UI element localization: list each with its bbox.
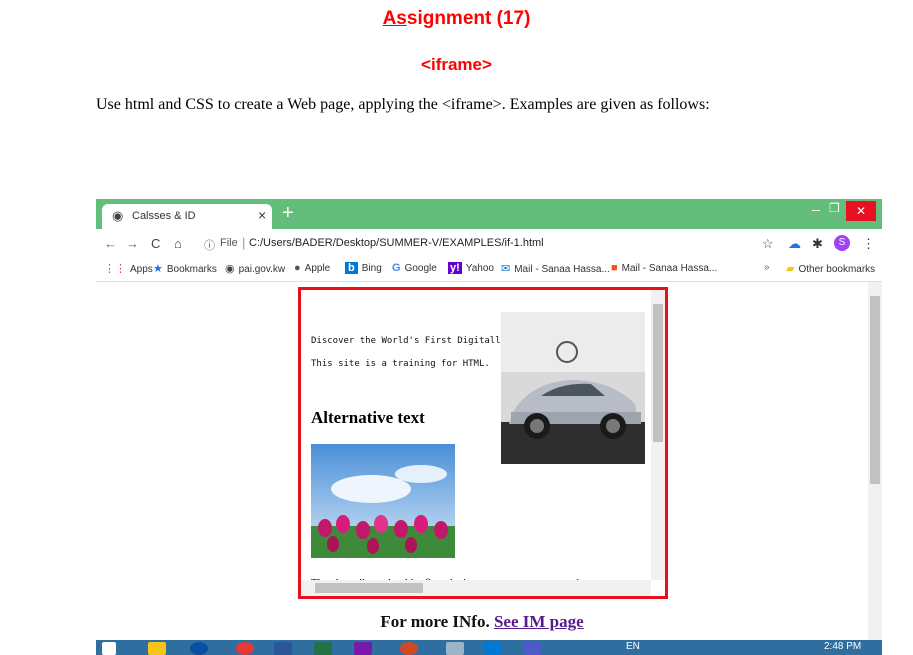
- bing-icon: b: [345, 262, 358, 274]
- bookmark-bing[interactable]: b Bing: [345, 262, 382, 274]
- word-icon[interactable]: [274, 642, 292, 655]
- maximize-button[interactable]: ❐: [829, 201, 840, 215]
- hp-icon[interactable]: [190, 642, 208, 655]
- bookmarks-overflow-button[interactable]: »: [764, 262, 770, 273]
- page-scroll-thumb[interactable]: [870, 296, 880, 484]
- yahoo-icon: y!: [448, 262, 462, 274]
- cloud-extension-icon[interactable]: ☁: [788, 236, 801, 252]
- assignment-title: Assignment (17): [0, 8, 913, 30]
- globe-icon: ◉: [225, 263, 235, 275]
- address-bar[interactable]: C:/Users/BADER/Desktop/SUMMER-V/EXAMPLES…: [249, 237, 544, 249]
- other-bookmarks[interactable]: ▰ Other bookmarks: [786, 262, 875, 275]
- bookmark-label: pai.gov.kw: [238, 264, 286, 275]
- excel-icon[interactable]: [314, 642, 332, 655]
- bookmark-google[interactable]: G Google: [392, 262, 437, 274]
- chrome-icon[interactable]: [236, 642, 254, 655]
- bookmark-apple[interactable]: ● Apple: [294, 262, 330, 274]
- browser-window: ◉ Calsses & ID × + – ❐ ✕ ← → C ⌂ ⓘ File …: [96, 199, 882, 655]
- other-bookmarks-label: Other bookmarks: [798, 264, 876, 275]
- iframe-heading: Alternative text: [311, 408, 425, 427]
- bookmark-pai[interactable]: ◉ pai.gov.kw: [225, 262, 285, 275]
- iframe-text-line-2: This site is a training for HTML.: [311, 359, 490, 369]
- address-separator: |: [242, 235, 246, 250]
- outlook-icon[interactable]: [484, 642, 502, 655]
- star-icon: ★: [153, 263, 163, 275]
- bookmark-label: Apple: [304, 263, 331, 274]
- file-explorer-icon[interactable]: [148, 642, 166, 655]
- onenote-icon[interactable]: [354, 642, 372, 655]
- back-icon[interactable]: ←: [104, 236, 117, 251]
- bookmark-apps[interactable]: ⋮⋮ Apps: [104, 262, 153, 275]
- close-tab-icon[interactable]: ×: [258, 207, 266, 223]
- address-scheme-label: File: [220, 237, 238, 249]
- outlook-icon: ✉: [501, 263, 511, 275]
- bookmark-label: Bookmarks: [166, 264, 217, 275]
- powerpoint-icon[interactable]: [400, 642, 418, 655]
- microsoft-icon: ■: [611, 262, 618, 274]
- car-image: [501, 312, 645, 464]
- tulips-image: [311, 444, 455, 558]
- bookmark-label: Apps: [130, 264, 153, 275]
- minimize-button[interactable]: –: [812, 201, 820, 217]
- globe-icon: ◉: [112, 208, 124, 223]
- bookmark-label: Google: [404, 263, 437, 274]
- apps-grid-icon: ⋮⋮: [104, 263, 126, 275]
- reload-icon[interactable]: C: [151, 236, 160, 251]
- bookmark-label: Mail - Sanaa Hassa...: [621, 263, 718, 274]
- forward-icon[interactable]: →: [126, 236, 139, 251]
- close-window-button[interactable]: ✕: [846, 201, 876, 221]
- teams-icon[interactable]: [524, 642, 542, 655]
- new-tab-button[interactable]: +: [282, 202, 294, 225]
- tab-title: Calsses & ID: [132, 210, 196, 222]
- menu-icon[interactable]: ⋮: [862, 236, 875, 252]
- app-icon[interactable]: [446, 642, 464, 655]
- bookmark-label: Mail - Sanaa Hassa...: [514, 264, 610, 275]
- profile-avatar[interactable]: S: [834, 235, 850, 251]
- tab-bar: ◉ Calsses & ID × + – ❐ ✕: [96, 199, 882, 229]
- browser-tab[interactable]: ◉ Calsses & ID ×: [102, 204, 272, 229]
- more-info-text: For more INfo.: [380, 612, 490, 631]
- site-info-icon[interactable]: ⓘ: [204, 237, 215, 253]
- bookmark-label: Yahoo: [465, 263, 494, 274]
- iframe-horizontal-scroll-thumb[interactable]: [315, 583, 423, 593]
- bookmark-star-icon[interactable]: ☆: [762, 236, 774, 252]
- bookmark-mail-2[interactable]: ■ Mail - Sanaa Hassa...: [611, 262, 717, 274]
- browser-toolbar: ← → C ⌂ ⓘ File | C:/Users/BADER/Desktop/…: [96, 229, 882, 259]
- iframe-vertical-scroll-thumb[interactable]: [653, 304, 663, 442]
- assignment-title-rest: signment (17): [406, 8, 531, 29]
- bookmark-yahoo[interactable]: y! Yahoo: [448, 262, 494, 274]
- home-icon[interactable]: ⌂: [174, 236, 182, 251]
- assignment-title-underlined: As: [382, 8, 407, 29]
- apple-icon: ●: [294, 262, 301, 274]
- bookmark-label: Bing: [361, 263, 382, 274]
- bookmarks-bar: ⋮⋮ Apps ★ Bookmarks ◉ pai.gov.kw ● Apple b Bi…: [96, 259, 882, 282]
- folder-icon: ▰: [786, 263, 795, 275]
- bookmark-mail-1[interactable]: ✉ Mail - Sanaa Hassa...: [501, 262, 610, 275]
- google-icon: G: [392, 262, 401, 274]
- windows-start-icon[interactable]: [102, 642, 116, 655]
- assignment-subtitle: <iframe>: [421, 55, 492, 74]
- iframe-frame[interactable]: Discover the World's First Digitally Ada…: [298, 287, 668, 599]
- clock-time[interactable]: 2:48 PM: [824, 641, 861, 652]
- extensions-icon[interactable]: ✱: [812, 236, 823, 252]
- assignment-instruction: Use html and CSS to create a Web page, a…: [96, 96, 710, 113]
- language-indicator[interactable]: EN: [626, 641, 640, 652]
- bookmark-bookmarks[interactable]: ★ Bookmarks: [153, 262, 217, 275]
- see-im-page-link[interactable]: See IM page: [494, 612, 584, 631]
- more-info-line: For more INfo. See IM page: [96, 612, 868, 632]
- page-content: Discover the World's First Digitally Ada…: [96, 282, 882, 655]
- taskbar: EN 2:48 PM: [96, 640, 882, 655]
